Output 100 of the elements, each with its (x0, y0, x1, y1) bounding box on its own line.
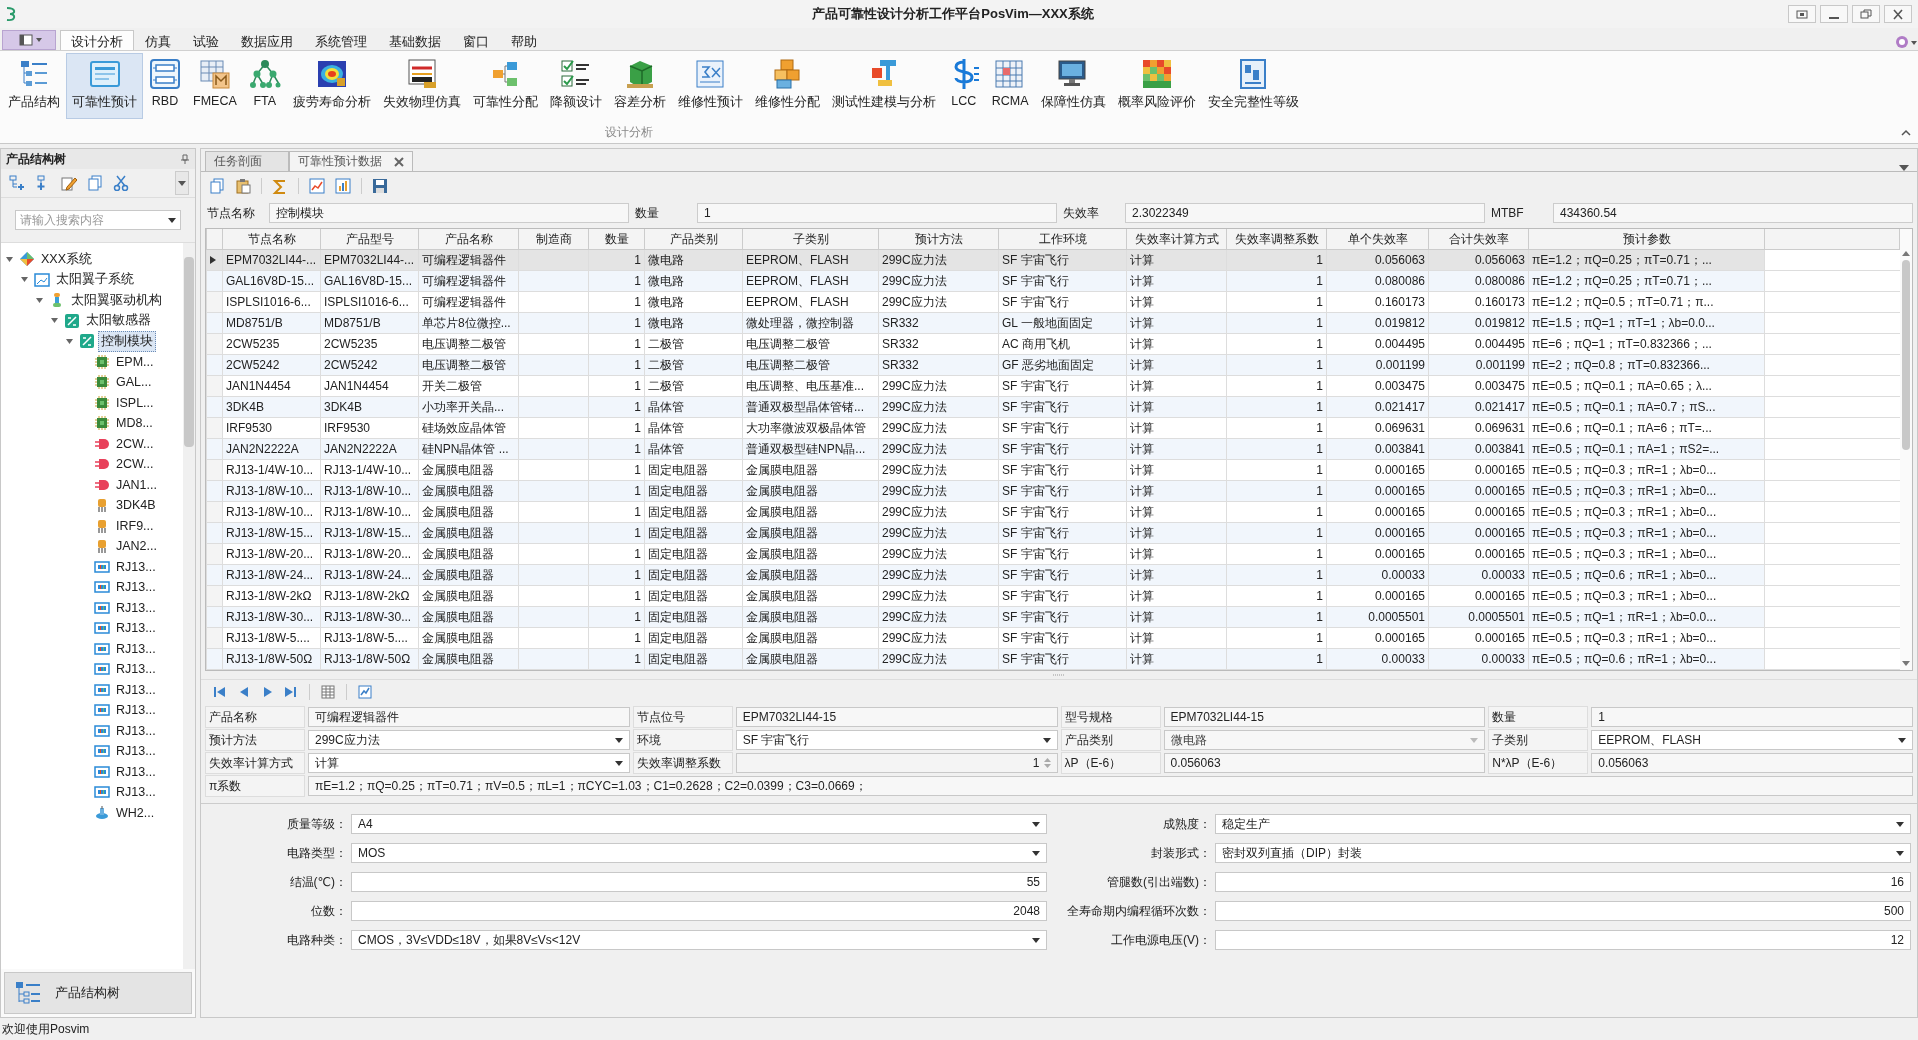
column-header[interactable]: 合计失效率 (1428, 229, 1529, 250)
tree-item[interactable]: 太阳翼驱动机构 (68, 289, 165, 311)
paste-button[interactable] (233, 176, 253, 196)
caret-icon[interactable] (168, 218, 176, 223)
tree-item[interactable]: JAN1... (113, 475, 160, 494)
tree-item[interactable]: 太阳翼子系统 (53, 269, 137, 291)
ribbon-button[interactable]: 疲劳寿命分析 (286, 53, 377, 119)
dropdown[interactable]: 299C应力法 (308, 730, 630, 750)
dropdown[interactable]: CMOS，3V≤VDD≤18V，如果8V≤Vs<12V (351, 930, 1047, 950)
pin-icon[interactable] (180, 154, 190, 164)
tree-item[interactable]: RJ13... (113, 680, 159, 699)
dropdown[interactable]: MOS (351, 843, 1047, 863)
expanded-icon[interactable] (20, 275, 29, 285)
column-header[interactable]: 单个失效率 (1326, 229, 1429, 250)
column-header[interactable]: 制造商 (518, 229, 589, 250)
text-field[interactable]: EPM7032LI44-15 (1163, 707, 1486, 727)
tree-item[interactable]: RJ13... (113, 762, 159, 781)
text-field[interactable]: 1 (1591, 707, 1913, 727)
number-field[interactable]: 12 (1215, 930, 1911, 950)
tree-item[interactable]: RJ13... (113, 578, 159, 597)
dropdown[interactable]: 稳定生产 (1215, 814, 1911, 834)
screenshot-button[interactable] (1788, 5, 1816, 23)
ribbon-button[interactable]: RCMA (985, 53, 1035, 119)
tree-item[interactable]: RJ13... (113, 619, 159, 638)
tree-item[interactable]: 2CW... (113, 455, 157, 474)
tree-item[interactable]: GAL... (113, 373, 155, 392)
menu-tab[interactable]: 帮助 (500, 30, 548, 50)
close-icon[interactable] (394, 156, 404, 167)
tree-item[interactable]: ISPL... (113, 393, 157, 412)
expanded-icon[interactable] (65, 336, 74, 346)
table-button[interactable] (320, 684, 336, 700)
restore-button[interactable] (1852, 5, 1880, 23)
tree-item[interactable]: XXX系统 (38, 248, 95, 270)
cut-button[interactable] (111, 173, 131, 193)
splitter-grip-icon[interactable] (1051, 673, 1067, 677)
number-field[interactable]: 500 (1215, 901, 1911, 921)
ribbon-button[interactable]: RBD (143, 53, 187, 119)
menu-tab[interactable]: 仿真 (134, 30, 182, 50)
scroll-up-icon[interactable] (1902, 251, 1910, 256)
text-field[interactable]: 0.056063 (1163, 753, 1486, 773)
ribbon-button[interactable]: FTA (242, 53, 287, 119)
close-button[interactable] (1884, 5, 1912, 23)
column-header[interactable]: 节点名称 (222, 229, 321, 250)
column-header[interactable]: 失效率调整系数 (1226, 229, 1327, 250)
expanded-icon[interactable] (50, 316, 59, 326)
column-header[interactable]: 预计方法 (878, 229, 999, 250)
search-field[interactable]: 请输入搜索内容 (15, 210, 181, 230)
line-chart-button[interactable] (357, 684, 373, 700)
tree-item[interactable]: RJ13... (113, 701, 159, 720)
tree-item[interactable]: RJ13... (113, 598, 159, 617)
text-field[interactable]: EPM7032LI44-15 (735, 707, 1058, 727)
scroll-down-icon[interactable] (1902, 661, 1910, 666)
caret-icon[interactable] (1899, 165, 1909, 171)
text-field[interactable]: 可编程逻辑器件 (308, 707, 630, 727)
number-field[interactable]: 2048 (351, 901, 1047, 921)
bar-chart-button[interactable] (333, 176, 353, 196)
column-header[interactable]: 产品型号 (320, 229, 419, 250)
expanded-icon[interactable] (35, 295, 44, 305)
tree-item[interactable]: WH2... (113, 803, 158, 822)
column-header[interactable]: 失效率计算方式 (1126, 229, 1227, 250)
dropdown[interactable]: 计算 (308, 753, 630, 773)
ribbon-button[interactable]: 失效物理仿真 (376, 53, 467, 119)
menu-tab[interactable]: 设计分析 (60, 30, 134, 50)
tree-item[interactable]: RJ13... (113, 639, 159, 658)
text-field[interactable]: 1 (697, 203, 1057, 223)
number-field[interactable]: 16 (1215, 872, 1911, 892)
ribbon-button[interactable]: 产品结构 (2, 53, 66, 119)
dropdown[interactable]: SF 宇宙飞行 (735, 730, 1058, 750)
column-header[interactable]: 工作环境 (998, 229, 1127, 250)
ribbon-button[interactable]: 测试性建模与分析 (825, 53, 942, 119)
menu-tab[interactable]: 窗口 (452, 30, 500, 50)
number-field[interactable]: 55 (351, 872, 1047, 892)
tree-item[interactable]: 2CW... (113, 434, 157, 453)
tree-item[interactable]: JAN2... (113, 537, 160, 556)
menu-tab[interactable]: 基础数据 (378, 30, 452, 50)
document-tab[interactable]: 任务剖面 (205, 151, 289, 171)
toolbar-overflow-button[interactable] (175, 171, 189, 195)
text-field[interactable]: πE=1.2；πQ=0.25；πT=0.71；πV=0.5；πL=1；πCYC=1.03；C1=0.2628；C2=0.0399；C3=0.0669； (308, 776, 1913, 796)
minimize-button[interactable] (1820, 5, 1848, 23)
ribbon-button[interactable]: 维修性预计 (671, 53, 749, 119)
scrollbar[interactable] (183, 243, 195, 969)
tree-item[interactable]: 控制模块 (98, 330, 156, 352)
add-node-button[interactable] (7, 173, 27, 193)
last-record-button[interactable] (283, 684, 299, 700)
tree-item[interactable]: EPM... (113, 352, 157, 371)
ribbon-button[interactable]: 安全完整性等级 (1201, 53, 1305, 119)
column-header[interactable]: 数量 (588, 229, 645, 250)
tree-item[interactable]: RJ13... (113, 721, 159, 740)
column-header[interactable]: 产品类别 (644, 229, 743, 250)
app-menu-button[interactable] (2, 30, 56, 50)
column-header[interactable]: 预计参数 (1528, 229, 1765, 250)
tree-item[interactable]: RJ13... (113, 557, 159, 576)
menu-tab[interactable]: 系统管理 (304, 30, 378, 50)
style-icon[interactable] (1894, 34, 1918, 50)
copy-button[interactable] (85, 173, 105, 193)
column-header[interactable]: 产品名称 (418, 229, 519, 250)
collapse-icon[interactable] (1900, 128, 1912, 136)
menu-tab[interactable]: 试验 (182, 30, 230, 50)
text-field[interactable]: 控制模块 (269, 203, 629, 223)
ribbon-button[interactable]: 容差分析 (607, 53, 672, 119)
